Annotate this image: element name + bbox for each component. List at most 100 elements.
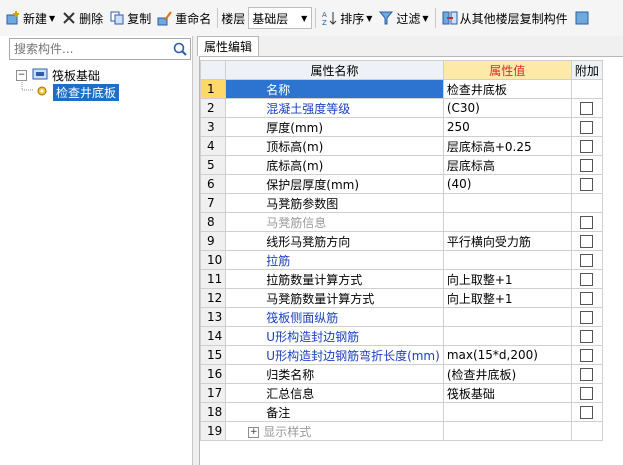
property-value-cell[interactable]: (C30) — [442, 98, 572, 118]
table-row[interactable]: 18 备注 — [199, 402, 603, 422]
table-row[interactable]: 7 马凳筋参数图 — [199, 193, 603, 213]
property-name-cell[interactable]: 归类名称 — [225, 364, 444, 384]
extra-checkbox[interactable] — [580, 253, 594, 267]
row-number[interactable]: 16 — [199, 364, 227, 384]
table-row[interactable]: 11 拉筋数量计算方式 向上取整+1 — [199, 269, 603, 289]
property-name-cell[interactable]: 马凳筋信息 — [225, 212, 444, 232]
row-number[interactable]: 19 — [199, 421, 227, 441]
extra-checkbox[interactable] — [580, 177, 594, 191]
property-value-cell[interactable]: 检查井底板 — [442, 79, 572, 99]
property-name-cell[interactable]: 顶标高(m) — [225, 136, 444, 156]
row-number[interactable]: 9 — [199, 231, 227, 251]
extra-checkbox[interactable] — [580, 291, 594, 305]
extra-checkbox[interactable] — [580, 215, 594, 229]
sort-button[interactable]: AZ 排序 ▼ — [319, 6, 375, 30]
property-value-cell[interactable] — [442, 193, 572, 213]
row-number[interactable]: 14 — [199, 326, 227, 346]
table-row[interactable]: 8 马凳筋信息 — [199, 212, 603, 232]
extra-toolbar-button[interactable] — [571, 6, 595, 30]
property-value-cell[interactable] — [442, 421, 572, 441]
table-row[interactable]: 1 名称 检查井底板 — [199, 79, 603, 99]
table-row[interactable]: 13 筏板侧面纵筋 — [199, 307, 603, 327]
table-row[interactable]: 12 马凳筋数量计算方式 向上取整+1 — [199, 288, 603, 308]
property-value-cell[interactable]: 层底标高+0.25 — [442, 136, 572, 156]
table-row[interactable]: 6 保护层厚度(mm) (40) — [199, 174, 603, 194]
extra-checkbox[interactable] — [580, 120, 594, 134]
extra-checkbox[interactable] — [580, 329, 594, 343]
property-value-cell[interactable]: 平行横向受力筋 — [442, 231, 572, 251]
extra-checkbox[interactable] — [580, 158, 594, 172]
extra-checkbox[interactable] — [580, 234, 594, 248]
property-value-cell[interactable]: 向上取整+1 — [442, 269, 572, 289]
property-name-cell[interactable]: 拉筋数量计算方式 — [225, 269, 444, 289]
property-name-cell[interactable]: + 显示样式 — [225, 421, 444, 441]
extra-checkbox[interactable] — [580, 101, 594, 115]
row-number[interactable]: 2 — [199, 98, 227, 118]
table-row[interactable]: 10 拉筋 — [199, 250, 603, 270]
extra-checkbox[interactable] — [580, 386, 594, 400]
table-row[interactable]: 9 线形马凳筋方向 平行横向受力筋 — [199, 231, 603, 251]
row-number[interactable]: 17 — [199, 383, 227, 403]
property-value-cell[interactable] — [442, 402, 572, 422]
extra-checkbox[interactable] — [580, 348, 594, 362]
filter-button[interactable]: 过滤 ▼ — [375, 6, 431, 30]
extra-checkbox[interactable] — [580, 139, 594, 153]
row-number[interactable]: 10 — [199, 250, 227, 270]
row-number[interactable]: 3 — [199, 117, 227, 137]
property-value-cell[interactable]: 250 — [442, 117, 572, 137]
row-number[interactable]: 11 — [199, 269, 227, 289]
row-number[interactable]: 8 — [199, 212, 227, 232]
property-name-cell[interactable]: 拉筋 — [225, 250, 444, 270]
property-name-cell[interactable]: 混凝土强度等级 — [225, 98, 444, 118]
property-value-cell[interactable] — [442, 250, 572, 270]
row-number[interactable]: 13 — [199, 307, 227, 327]
property-value-cell[interactable]: max(15*d,200) — [442, 345, 572, 365]
copy-from-floor-button[interactable]: 从其他楼层复制构件 — [439, 6, 571, 30]
row-number[interactable]: 15 — [199, 345, 227, 365]
row-number[interactable]: 4 — [199, 136, 227, 156]
rename-button[interactable]: 重命名 — [154, 6, 214, 30]
property-value-cell[interactable]: (40) — [442, 174, 572, 194]
floor-select[interactable]: 基础层 ▼ — [248, 7, 313, 29]
extra-checkbox[interactable] — [580, 272, 594, 286]
row-number[interactable]: 7 — [199, 193, 227, 213]
copy-button[interactable]: 复制 — [106, 6, 154, 30]
property-value-cell[interactable] — [442, 212, 572, 232]
table-row[interactable]: 4 顶标高(m) 层底标高+0.25 — [199, 136, 603, 156]
extra-checkbox[interactable] — [580, 367, 594, 381]
property-name-cell[interactable]: U形构造封边钢筋 — [225, 326, 444, 346]
property-value-cell[interactable] — [442, 307, 572, 327]
table-row[interactable]: 14 U形构造封边钢筋 — [199, 326, 603, 346]
property-name-cell[interactable]: 汇总信息 — [225, 383, 444, 403]
tree-item-raft-foundation[interactable]: − 筏板基础 — [16, 66, 100, 84]
extra-checkbox[interactable] — [580, 405, 594, 419]
search-input[interactable] — [10, 39, 170, 59]
property-name-cell[interactable]: 马凳筋数量计算方式 — [225, 288, 444, 308]
property-name-cell[interactable]: 底标高(m) — [225, 155, 444, 175]
property-name-cell[interactable]: 线形马凳筋方向 — [225, 231, 444, 251]
new-button[interactable]: 新建 ▼ — [2, 6, 58, 30]
row-number[interactable]: 6 — [199, 174, 227, 194]
row-number[interactable]: 12 — [199, 288, 227, 308]
row-number[interactable]: 1 — [199, 79, 227, 99]
row-number[interactable]: 18 — [199, 402, 227, 422]
search-icon[interactable] — [170, 39, 190, 59]
expand-plus-icon[interactable]: + — [248, 426, 260, 438]
property-name-cell[interactable]: 名称 — [225, 79, 444, 99]
table-row[interactable]: 5 底标高(m) 层底标高 — [199, 155, 603, 175]
property-name-cell[interactable]: 保护层厚度(mm) — [225, 174, 444, 194]
property-name-cell[interactable]: 备注 — [225, 402, 444, 422]
property-name-cell[interactable]: 厚度(mm) — [225, 117, 444, 137]
table-row[interactable]: 19 + 显示样式 — [199, 421, 603, 441]
table-row[interactable]: 15 U形构造封边钢筋弯折长度(mm) max(15*d,200) — [199, 345, 603, 365]
property-name-cell[interactable]: 筏板侧面纵筋 — [225, 307, 444, 327]
table-row[interactable]: 2 混凝土强度等级 (C30) — [199, 98, 603, 118]
property-value-cell[interactable]: 筏板基础 — [442, 383, 572, 403]
property-value-cell[interactable]: (检查井底板) — [442, 364, 572, 384]
property-value-cell[interactable]: 层底标高 — [442, 155, 572, 175]
property-value-cell[interactable] — [442, 326, 572, 346]
property-name-cell[interactable]: U形构造封边钢筋弯折长度(mm) — [225, 345, 444, 365]
tree-item-inspection-well-slab[interactable]: 检查井底板 — [35, 83, 120, 101]
delete-button[interactable]: 删除 — [58, 6, 106, 30]
property-name-cell[interactable]: 马凳筋参数图 — [225, 193, 444, 213]
